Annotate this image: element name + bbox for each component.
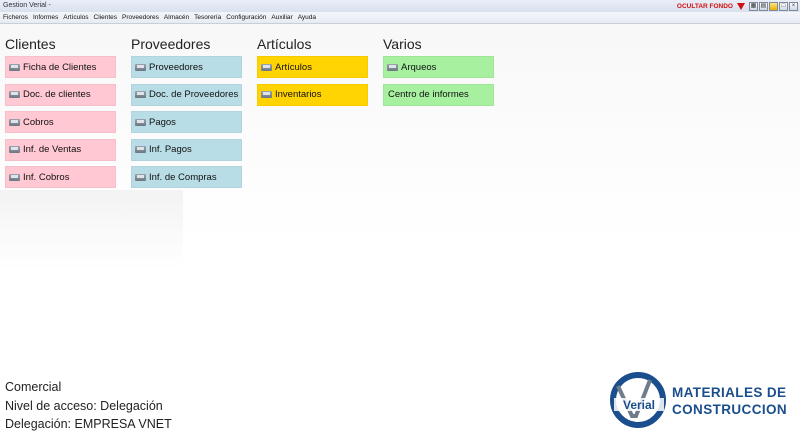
- window-title: Gestion Verial -: [3, 2, 51, 9]
- company-brand: MATERIALES DE CONSTRUCCION: [672, 384, 798, 418]
- minimize-icon[interactable]: [769, 2, 778, 11]
- tile-label: Ficha de Clientes: [23, 61, 97, 73]
- tile-cobros[interactable]: Cobros: [5, 111, 116, 133]
- close-icon[interactable]: ×: [789, 2, 798, 11]
- menu-almacen[interactable]: Almacén: [164, 12, 189, 23]
- clientes-group: Clientes Ficha de Clientes Doc. de clien…: [5, 36, 116, 194]
- menu-configuracion[interactable]: Configuración: [226, 12, 266, 23]
- tile-label: Doc. de clientes: [23, 89, 91, 100]
- tile-label: Artículos: [275, 61, 312, 73]
- folder-icon: [135, 91, 146, 98]
- menu-articulos[interactable]: Artículos: [63, 12, 88, 23]
- tile-label: Cobros: [23, 116, 54, 128]
- tile-inf-cobros[interactable]: Inf. Cobros: [5, 166, 116, 188]
- tile-inf-de-ventas[interactable]: Inf. de Ventas: [5, 138, 116, 161]
- warning-triangle-icon[interactable]: [737, 3, 745, 10]
- tile-ficha-de-clientes[interactable]: Ficha de Clientes: [5, 56, 116, 78]
- delegation-label: Delegación: EMPRESA VNET: [5, 417, 172, 431]
- tile-label: Centro de informes: [388, 89, 469, 100]
- clientes-heading: Clientes: [5, 36, 56, 52]
- logo-text: Verial: [623, 398, 655, 412]
- folder-icon: [9, 63, 20, 71]
- window-controls: OCULTAR FONDO ▦ ▤ □ ×: [677, 1, 798, 12]
- tile-label: Doc. de Proveedores: [149, 89, 239, 100]
- tile-doc-de-proveedores[interactable]: Doc. de Proveedores: [131, 83, 242, 106]
- report-icon: [9, 146, 20, 153]
- articulos-heading: Artículos: [257, 36, 312, 52]
- folder-icon: [135, 118, 146, 126]
- menu-bar: Ficheros Informes Artículos Clientes Pro…: [0, 12, 800, 24]
- cascade-view-icon[interactable]: ▤: [759, 2, 768, 11]
- folder-icon: [9, 118, 20, 126]
- varios-heading: Varios: [383, 36, 422, 52]
- menu-informes[interactable]: Informes: [33, 12, 58, 23]
- module-label: Comercial: [5, 380, 62, 394]
- tile-centro-de-informes[interactable]: Centro de informes: [383, 83, 494, 106]
- tile-label: Proveedores: [149, 61, 203, 73]
- report-icon: [135, 146, 146, 153]
- report-icon: [135, 173, 146, 181]
- menu-proveedores[interactable]: Proveedores: [122, 12, 159, 23]
- hide-background-button[interactable]: OCULTAR FONDO: [677, 1, 733, 13]
- articulos-group: Artículos Artículos Inventarios: [257, 36, 368, 111]
- tile-label: Inf. Cobros: [23, 171, 70, 183]
- title-bar: Gestion Verial - OCULTAR FONDO ▦ ▤ □ ×: [0, 0, 800, 12]
- menu-auxiliar[interactable]: Auxiliar: [271, 12, 292, 23]
- folder-icon: [9, 91, 20, 98]
- folder-icon: [135, 63, 146, 71]
- tile-inf-pagos[interactable]: Inf. Pagos: [131, 138, 242, 161]
- varios-group: Varios Arqueos Centro de informes: [383, 36, 494, 111]
- tile-arqueos[interactable]: Arqueos: [383, 56, 494, 78]
- tile-pagos[interactable]: Pagos: [131, 111, 242, 133]
- tile-inventarios[interactable]: Inventarios: [257, 83, 368, 106]
- menu-ayuda[interactable]: Ayuda: [298, 12, 316, 23]
- menu-ficheros[interactable]: Ficheros: [3, 12, 28, 23]
- tile-label: Inf. de Ventas: [23, 144, 82, 155]
- menu-tesoreria[interactable]: Tesorería: [194, 12, 221, 23]
- proveedores-group: Proveedores Proveedores Doc. de Proveedo…: [131, 36, 242, 194]
- tile-articulos[interactable]: Artículos: [257, 56, 368, 78]
- tile-label: Pagos: [149, 116, 176, 128]
- brand-line-1: MATERIALES DE: [672, 385, 787, 400]
- verial-logo: Verial: [610, 372, 666, 428]
- proveedores-heading: Proveedores: [131, 36, 211, 52]
- tile-proveedores[interactable]: Proveedores: [131, 56, 242, 78]
- tile-inf-de-compras[interactable]: Inf. de Compras: [131, 166, 242, 188]
- menu-clientes[interactable]: Clientes: [94, 12, 117, 23]
- maximize-icon[interactable]: □: [779, 2, 788, 11]
- folder-icon: [387, 63, 398, 71]
- folder-icon: [261, 91, 272, 98]
- folder-icon: [261, 63, 272, 71]
- tile-label: Inf. de Compras: [149, 171, 217, 183]
- tile-label: Arqueos: [401, 61, 437, 73]
- background-shade: [0, 190, 183, 270]
- tile-view-icon[interactable]: ▦: [749, 2, 758, 11]
- session-info: Comercial Nivel de acceso: Delegación De…: [5, 378, 172, 434]
- brand-line-2: CONSTRUCCION: [672, 402, 788, 417]
- report-icon: [9, 173, 20, 181]
- tile-label: Inf. Pagos: [149, 144, 192, 155]
- tile-label: Inventarios: [275, 89, 322, 100]
- tile-doc-de-clientes[interactable]: Doc. de clientes: [5, 83, 116, 106]
- access-level-label: Nivel de acceso: Delegación: [5, 398, 163, 413]
